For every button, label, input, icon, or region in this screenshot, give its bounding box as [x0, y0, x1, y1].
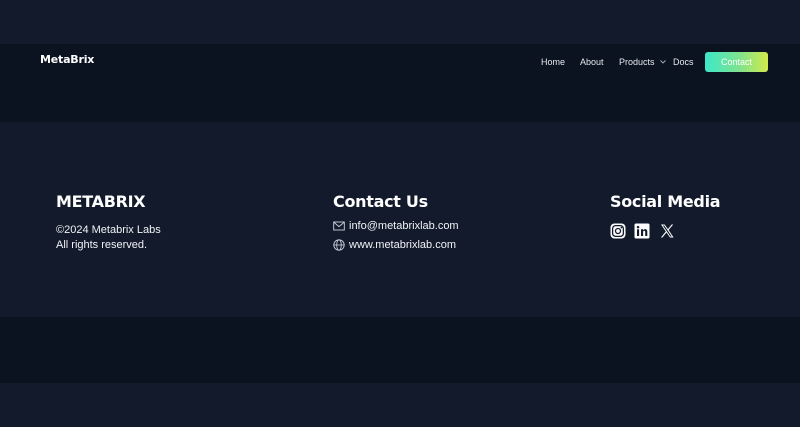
nav-link-about[interactable]: About: [580, 57, 604, 67]
contact-website-link[interactable]: www.metabrixlab.com: [349, 239, 456, 252]
bottom-band: [0, 317, 800, 383]
linkedin-icon[interactable]: [634, 223, 650, 239]
instagram-icon[interactable]: [610, 223, 626, 239]
x-icon[interactable]: [659, 223, 675, 239]
site-logo[interactable]: MetaBrix: [40, 53, 94, 66]
social-title: Social Media: [610, 192, 721, 211]
mail-icon: [333, 221, 345, 231]
nav-link-products[interactable]: Products: [619, 57, 655, 67]
contact-button[interactable]: Contact: [705, 52, 768, 72]
footer: METABRIX ©2024 Metabrix Labs All rights …: [0, 122, 800, 317]
footer-brand-title: METABRIX: [56, 192, 146, 211]
nav-link-home[interactable]: Home: [541, 57, 565, 67]
contact-email-link[interactable]: info@metabrixlab.com: [349, 220, 459, 233]
top-navbar: MetaBrix Home About Products Docs Contac…: [0, 44, 800, 122]
nav-link-docs[interactable]: Docs: [673, 57, 694, 67]
contact-title: Contact Us: [333, 192, 428, 211]
globe-icon: [333, 239, 345, 251]
rights-text: All rights reserved.: [56, 239, 148, 251]
copyright-text: ©2024 Metabrix Labs: [56, 224, 161, 236]
chevron-down-icon[interactable]: [659, 58, 667, 66]
